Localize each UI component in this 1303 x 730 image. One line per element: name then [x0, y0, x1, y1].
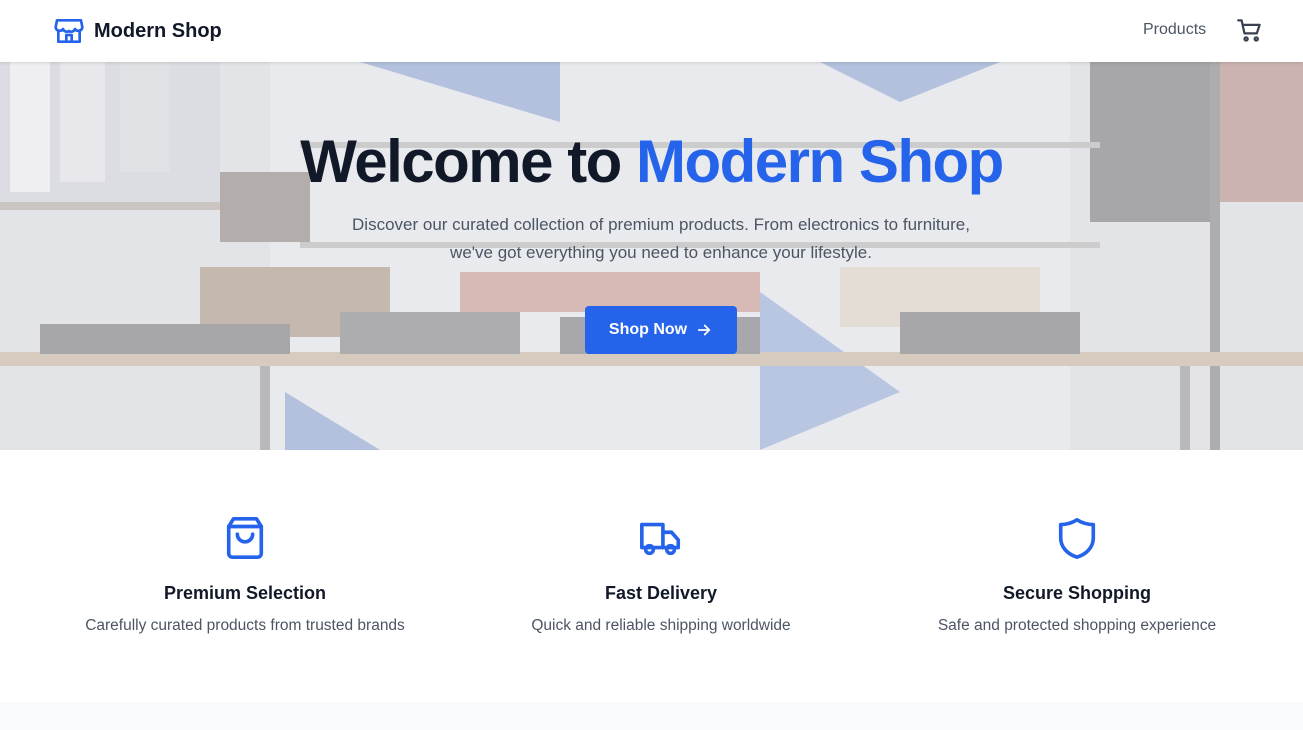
feature-premium-selection: Premium Selection Carefully curated prod…	[35, 515, 455, 635]
feature-description: Carefully curated products from trusted …	[85, 617, 405, 634]
shopping-bag-icon	[226, 517, 264, 559]
hero-subtitle: Discover our curated collection of premi…	[301, 211, 1021, 267]
store-icon	[54, 19, 84, 43]
next-section-edge	[0, 702, 1303, 730]
hero-title: Welcome to Modern Shop	[0, 126, 1303, 198]
feature-title: Secure Shopping	[1002, 583, 1152, 603]
brand-link[interactable]: Modern Shop	[53, 14, 222, 48]
feature-title: Fast Delivery	[604, 583, 718, 603]
arrow-right-icon	[697, 324, 711, 336]
hero-title-prefix: Welcome to	[300, 128, 636, 195]
feature-description: Quick and reliable shipping worldwide	[531, 617, 791, 634]
nav-products-link[interactable]: Products	[1143, 21, 1206, 39]
feature-fast-delivery: Fast Delivery Quick and reliable shippin…	[451, 515, 871, 635]
truck-icon	[640, 522, 681, 556]
shop-now-label: Shop Now	[608, 321, 688, 338]
cart-icon	[1237, 19, 1261, 42]
feature-title: Premium Selection	[163, 583, 327, 603]
feature-description: Safe and protected shopping experience	[937, 617, 1217, 634]
site-header: Modern Shop Products	[0, 0, 1303, 62]
hero-subtitle-line2: we've got everything you need to enhance…	[450, 243, 872, 262]
brand-name: Modern Shop	[94, 19, 222, 42]
hero-section: Welcome to Modern Shop Discover our cura…	[0, 62, 1303, 450]
shop-now-button[interactable]: Shop Now	[585, 306, 737, 354]
hero-title-accent: Modern Shop	[636, 128, 1004, 195]
hero-subtitle-line1: Discover our curated collection of premi…	[352, 215, 970, 234]
cart-button[interactable]	[1236, 17, 1263, 44]
feature-secure-shopping: Secure Shopping Safe and protected shopp…	[867, 515, 1287, 635]
shield-icon	[1058, 517, 1096, 559]
